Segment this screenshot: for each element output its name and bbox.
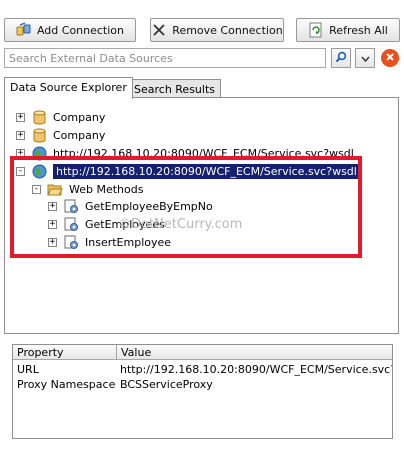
refresh-all-button[interactable]: Refresh All: [296, 18, 400, 42]
expand-icon[interactable]: +: [16, 112, 25, 122]
tree-node-label: http://192.168.10.20:8090/WCF_ECM/Servic…: [53, 146, 354, 160]
tree-node-label: Company: [53, 110, 106, 124]
collapse-icon[interactable]: -: [16, 166, 25, 176]
remove-connection-label: Remove Connection: [172, 23, 283, 37]
tree-node-label: http://192.168.10.20:8090/WCF_ECM/Servic…: [53, 163, 360, 179]
database-icon: [31, 109, 47, 125]
remove-x-icon: [151, 22, 167, 38]
search-input[interactable]: [4, 48, 326, 68]
tree-node-method[interactable]: + GetEmployeeByEmpNo: [48, 198, 213, 214]
tree-node-method[interactable]: + InsertEmployee: [48, 234, 171, 250]
add-connection-button[interactable]: Add Connection: [4, 18, 136, 42]
method-icon: [63, 198, 79, 214]
tree-node-wsdl-selected[interactable]: - http://192.168.10.20:8090/WCF_ECM/Serv…: [16, 163, 360, 179]
property-name: Proxy Namespace: [17, 378, 116, 391]
close-icon: [385, 52, 395, 65]
chevron-down-icon: [360, 52, 370, 65]
expand-icon[interactable]: +: [48, 219, 57, 229]
refresh-all-label: Refresh All: [329, 23, 388, 37]
search-icon: [335, 51, 347, 66]
tree-node-wsdl[interactable]: + http://192.168.10.20:8090/WCF_ECM/Serv…: [16, 145, 354, 161]
properties-grid: Property Value URL http://192.168.10.20:…: [12, 344, 393, 439]
add-connection-label: Add Connection: [36, 23, 125, 37]
collapse-icon[interactable]: -: [32, 184, 41, 194]
expand-icon[interactable]: +: [16, 130, 25, 140]
clear-search-button[interactable]: [381, 49, 399, 67]
tab-search-results[interactable]: Search Results: [128, 79, 222, 99]
tree-node-company[interactable]: + Company: [16, 109, 105, 125]
property-name: URL: [17, 363, 39, 376]
search-button[interactable]: [331, 48, 351, 68]
property-value: BCSServiceProxy: [120, 378, 213, 391]
expand-icon[interactable]: +: [48, 237, 57, 247]
tab-label: Search Results: [134, 83, 216, 96]
search-options-button[interactable]: [355, 48, 375, 68]
tree-node-web-methods[interactable]: - Web Methods: [32, 181, 143, 197]
open-folder-icon: [47, 181, 63, 197]
tree-node-label: InsertEmployee: [85, 235, 172, 249]
property-column-header[interactable]: Property: [13, 345, 117, 360]
method-icon: [63, 216, 79, 232]
expand-icon[interactable]: +: [48, 201, 57, 211]
watermark: ©DotNetCurry.com: [118, 217, 243, 232]
tree-node-label: Company: [53, 128, 106, 142]
tab-label: Data Source Explorer: [10, 81, 127, 94]
tab-data-source-explorer[interactable]: Data Source Explorer: [4, 77, 133, 99]
expand-icon[interactable]: +: [16, 148, 25, 158]
globe-icon: [31, 145, 47, 161]
tree-node-company[interactable]: + Company: [16, 127, 105, 143]
add-connection-icon: [16, 22, 32, 38]
property-value: http://192.168.10.20:8090/WCF_ECM/Servic…: [120, 363, 392, 376]
database-icon: [31, 127, 47, 143]
tree-node-label: Web Methods: [69, 182, 144, 196]
remove-connection-button[interactable]: Remove Connection: [150, 18, 284, 42]
globe-icon: [31, 163, 47, 179]
method-icon: [63, 234, 79, 250]
tree-node-label: GetEmployeeByEmpNo: [85, 199, 213, 213]
refresh-icon: [308, 22, 324, 38]
value-column-header[interactable]: Value: [117, 345, 392, 360]
